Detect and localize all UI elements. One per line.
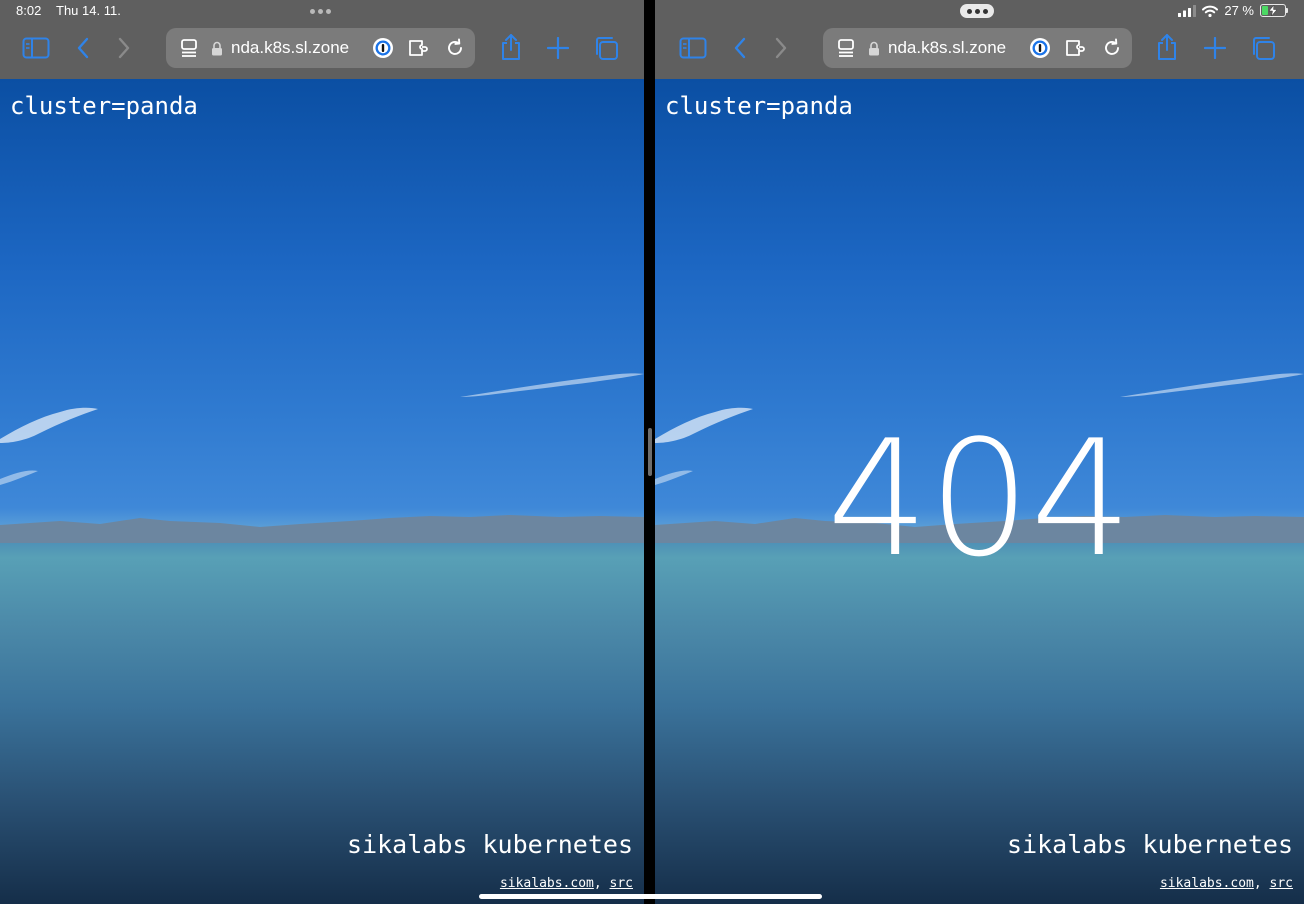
browser-toolbar: 8:02 Thu 14. 11. nda.k8s.sl.zone xyxy=(0,0,644,79)
status-indicators: 27 % xyxy=(1178,3,1288,18)
browser-toolbar: 27 % nda.k8s.sl.zone xyxy=(655,0,1304,79)
cluster-label: cluster=panda xyxy=(10,92,198,120)
back-icon[interactable] xyxy=(725,34,755,62)
extensions-icon[interactable] xyxy=(408,28,432,68)
home-indicator[interactable] xyxy=(479,894,822,899)
page-menu-icon[interactable] xyxy=(178,28,200,68)
sidebar-icon[interactable] xyxy=(678,34,708,62)
new-tab-icon[interactable] xyxy=(1200,34,1230,62)
signal-icon xyxy=(1178,4,1197,17)
src-link[interactable]: src xyxy=(610,876,633,891)
forward-icon[interactable] xyxy=(109,34,139,62)
brand-title: sikalabs kubernetes xyxy=(347,830,633,859)
address-bar[interactable]: nda.k8s.sl.zone xyxy=(166,28,475,68)
footer-separator: , xyxy=(1253,876,1270,891)
cluster-label: cluster=panda xyxy=(665,92,853,120)
lock-icon xyxy=(867,28,881,68)
left-split-pane: 8:02 Thu 14. 11. nda.k8s.sl.zone cluster… xyxy=(0,0,644,904)
address-bar[interactable]: nda.k8s.sl.zone xyxy=(823,28,1132,68)
cloud xyxy=(0,407,98,443)
web-page-content: cluster=panda 404 sikalabs kubernetes si… xyxy=(655,79,1304,904)
password-manager-icon[interactable] xyxy=(1029,28,1051,68)
lock-icon xyxy=(210,28,224,68)
right-split-pane: 27 % nda.k8s.sl.zone cluster=panda 404 s… xyxy=(655,0,1304,904)
web-page-content: cluster=panda sikalabs kubernetes sikala… xyxy=(0,79,644,904)
battery-icon xyxy=(1260,4,1288,17)
mountain-range xyxy=(0,515,644,543)
split-view-handle[interactable] xyxy=(648,428,652,476)
tabs-overview-icon[interactable] xyxy=(1248,34,1278,62)
share-icon[interactable] xyxy=(496,33,526,61)
sikalabs-link[interactable]: sikalabs.com xyxy=(500,876,594,891)
brand-title: sikalabs kubernetes xyxy=(1007,830,1293,859)
sikalabs-link[interactable]: sikalabs.com xyxy=(1160,876,1254,891)
cloud xyxy=(460,373,644,397)
url-text[interactable]: nda.k8s.sl.zone xyxy=(231,28,349,68)
password-manager-icon[interactable] xyxy=(372,28,394,68)
reload-icon[interactable] xyxy=(1101,28,1123,68)
forward-icon[interactable] xyxy=(766,34,796,62)
status-date: Thu 14. 11. xyxy=(56,3,121,18)
url-text[interactable]: nda.k8s.sl.zone xyxy=(888,28,1006,68)
page-menu-icon[interactable] xyxy=(835,28,857,68)
multitask-menu-button[interactable] xyxy=(960,4,994,18)
cloud xyxy=(0,470,38,485)
error-code: 404 xyxy=(826,405,1133,592)
back-icon[interactable] xyxy=(68,34,98,62)
wifi-icon xyxy=(1202,5,1219,17)
footer-separator: , xyxy=(593,876,610,891)
battery-percent: 27 % xyxy=(1224,3,1254,18)
reload-icon[interactable] xyxy=(444,28,466,68)
footer-links: sikalabs.com, src xyxy=(1160,876,1293,891)
tabs-overview-icon[interactable] xyxy=(591,34,621,62)
new-tab-icon[interactable] xyxy=(543,34,573,62)
status-time: 8:02 xyxy=(16,3,42,18)
extensions-icon[interactable] xyxy=(1065,28,1089,68)
footer-links: sikalabs.com, src xyxy=(500,876,633,891)
multitask-menu-button[interactable] xyxy=(300,4,340,18)
cloud xyxy=(1120,373,1304,397)
share-icon[interactable] xyxy=(1152,33,1182,61)
sidebar-icon[interactable] xyxy=(21,34,51,62)
src-link[interactable]: src xyxy=(1270,876,1293,891)
